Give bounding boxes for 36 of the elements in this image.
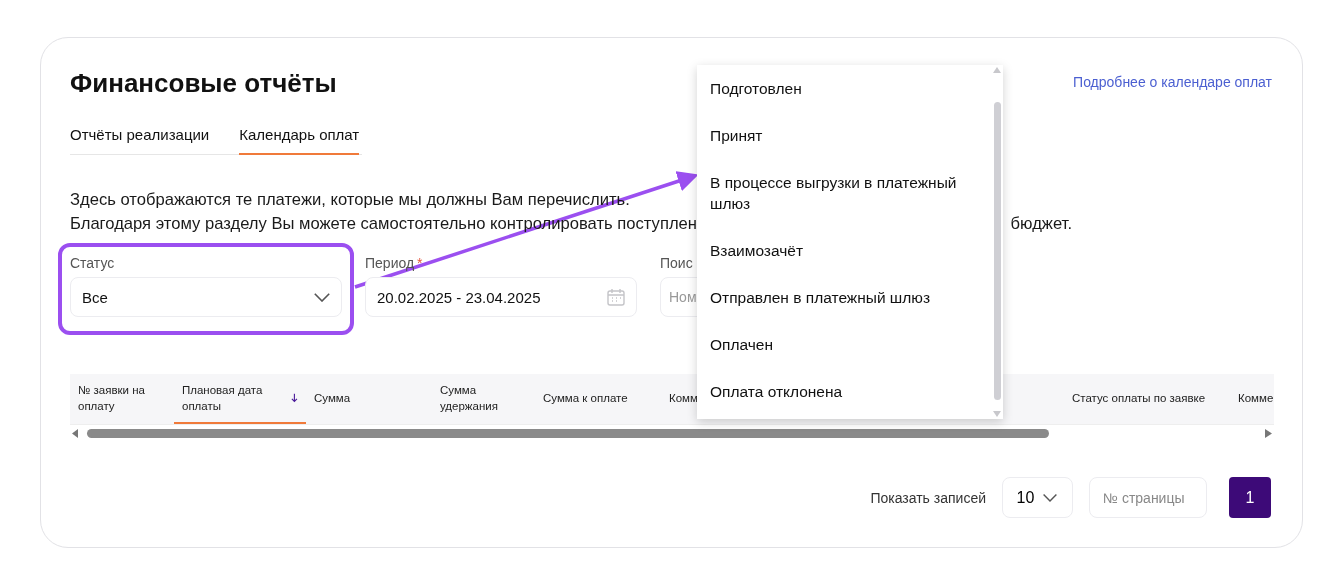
filter-label: Период * (365, 255, 424, 271)
column-header[interactable]: № заявки на оплату (70, 374, 174, 424)
calendar-icon (606, 287, 626, 307)
column-header[interactable]: Сумма удержания (432, 374, 535, 424)
scroll-left-icon[interactable] (72, 428, 79, 438)
scroll-right-icon[interactable] (1265, 428, 1272, 438)
column-header[interactable]: Сумма (306, 374, 432, 424)
column-header[interactable]: Плановая дата оплаты (174, 374, 306, 424)
dropdown-option[interactable]: В процессе выгрузки в платежный шлюз (710, 159, 991, 227)
status-select[interactable]: Все (70, 277, 342, 317)
page-number-input[interactable]: № страницы (1089, 477, 1207, 518)
chevron-down-icon (313, 291, 331, 303)
tab[interactable]: Календарь оплат (239, 126, 360, 155)
description-text: бюджет. (1010, 213, 1072, 235)
chevron-down-icon (1042, 492, 1059, 503)
page-button[interactable]: 1 (1229, 477, 1271, 518)
sort-down-icon (291, 392, 298, 404)
page-size-label: Показать записей (870, 489, 986, 506)
page-size-select[interactable]: 10 (1002, 477, 1073, 518)
dropdown-option[interactable]: Взаимозачёт (710, 227, 991, 274)
filter-label: Статус (70, 255, 116, 271)
filter-label: Поис (660, 255, 694, 271)
dropdown-option[interactable]: Оплачен (710, 321, 991, 368)
column-header[interactable]: Статус оплаты по заявке (1064, 374, 1230, 424)
dropdown-option[interactable]: Принят (710, 112, 991, 159)
date-range-field[interactable]: 20.02.2025 - 23.04.2025 (365, 277, 637, 317)
required-mark: * (417, 255, 423, 271)
tab[interactable]: Отчёты реализации (70, 126, 210, 155)
page-title: Финансовые отчёты (70, 67, 337, 100)
column-header[interactable]: Сумма к оплате (535, 374, 661, 424)
horizontal-scrollbar[interactable] (87, 428, 1049, 438)
column-header[interactable]: Комме (1230, 374, 1274, 424)
dropdown-option[interactable]: Подготовлен (710, 65, 991, 112)
dropdown-option[interactable]: Оплата отклонена (710, 368, 991, 415)
vertical-scrollbar[interactable] (994, 102, 1001, 400)
calendar-info-link[interactable]: Подробнее о календаре оплат (1073, 74, 1272, 90)
